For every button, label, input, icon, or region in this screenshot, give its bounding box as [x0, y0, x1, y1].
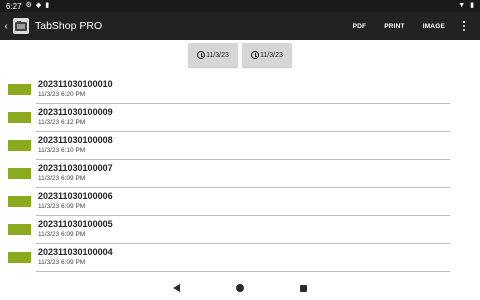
- receipt-date: 11/3/23 6:12 PM: [38, 119, 86, 126]
- gear-icon: ⚙: [25, 2, 32, 9]
- receipt-color-swatch: [8, 196, 31, 207]
- list-item[interactable]: 202311030100005 11/3/23 6:09 PM: [0, 216, 480, 244]
- app-title: TabShop PRO: [35, 20, 103, 32]
- list-item[interactable]: 202311030100004 11/3/23 6:09 PM: [0, 244, 480, 272]
- receipt-color-swatch: [8, 140, 31, 151]
- receipt-color-swatch: [8, 168, 31, 179]
- nav-back-icon[interactable]: [173, 284, 180, 292]
- receipt-id: 202311030100006: [38, 191, 113, 201]
- to-date-label: 11/3/23: [260, 51, 283, 59]
- to-date-button[interactable]: 11/3/23: [242, 43, 292, 67]
- list-item[interactable]: 202311030100006 11/3/23 6:09 PM: [0, 188, 480, 216]
- pdf-button[interactable]: PDF: [344, 23, 376, 30]
- list-item[interactable]: 202311030100009 11/3/23 6:12 PM: [0, 104, 480, 132]
- battery-icon: ▮: [470, 2, 474, 9]
- back-arrow-icon[interactable]: ‹: [1, 21, 11, 32]
- divider: [36, 271, 450, 272]
- status-bar: 6:27 ⚙ ◆ ▮ ▼ ▮: [0, 0, 480, 12]
- receipt-id: 202311030100008: [38, 135, 113, 145]
- receipt-date: 11/3/23 6:09 PM: [38, 203, 86, 210]
- image-button[interactable]: IMAGE: [414, 23, 454, 30]
- nav-home-icon[interactable]: [236, 284, 244, 292]
- list-item[interactable]: 202311030100007 11/3/23 6:09 PM: [0, 160, 480, 188]
- receipt-id: 202311030100010: [38, 79, 113, 89]
- from-date-button[interactable]: 11/3/23: [188, 43, 238, 67]
- receipt-date: 11/3/23 6:09 PM: [38, 175, 86, 182]
- receipt-id: 202311030100005: [38, 219, 113, 229]
- wifi-icon: ▼: [458, 2, 466, 9]
- receipt-date: 11/3/23 6:20 PM: [38, 91, 86, 98]
- receipt-id: 202311030100007: [38, 163, 113, 173]
- from-date-label: 11/3/23: [206, 51, 229, 59]
- system-nav-bar: [0, 276, 480, 300]
- receipt-color-swatch: [8, 84, 31, 95]
- print-button[interactable]: PRINT: [375, 23, 414, 30]
- status-time: 6:27: [6, 1, 22, 11]
- shield-icon: ◆: [35, 2, 42, 9]
- receipt-date: 11/3/23 6:09 PM: [38, 259, 86, 266]
- sd-card-icon: ▮: [45, 2, 50, 9]
- overflow-menu-icon[interactable]: [458, 21, 470, 31]
- clock-icon: [251, 51, 260, 59]
- receipt-color-swatch: [8, 224, 31, 235]
- receipt-id: 202311030100009: [38, 107, 113, 117]
- receipt-color-swatch: [8, 112, 31, 123]
- list-item[interactable]: 202311030100008 11/3/23 6:10 PM: [0, 132, 480, 160]
- app-bar: ‹ TabShop PRO PDF PRINT IMAGE: [0, 12, 480, 40]
- list-item[interactable]: 202311030100010 11/3/23 6:20 PM: [0, 76, 480, 104]
- receipt-color-swatch: [8, 252, 31, 263]
- nav-recents-icon[interactable]: [300, 284, 307, 292]
- receipt-list: 202311030100010 11/3/23 6:20 PM 20231103…: [0, 76, 480, 272]
- receipt-id: 202311030100004: [38, 247, 113, 257]
- receipt-date: 11/3/23 6:09 PM: [38, 231, 86, 238]
- app-logo-icon: [13, 18, 29, 34]
- date-filter-row: 11/3/23 11/3/23: [0, 43, 480, 67]
- receipt-date: 11/3/23 6:10 PM: [38, 147, 86, 154]
- clock-icon: [197, 51, 206, 59]
